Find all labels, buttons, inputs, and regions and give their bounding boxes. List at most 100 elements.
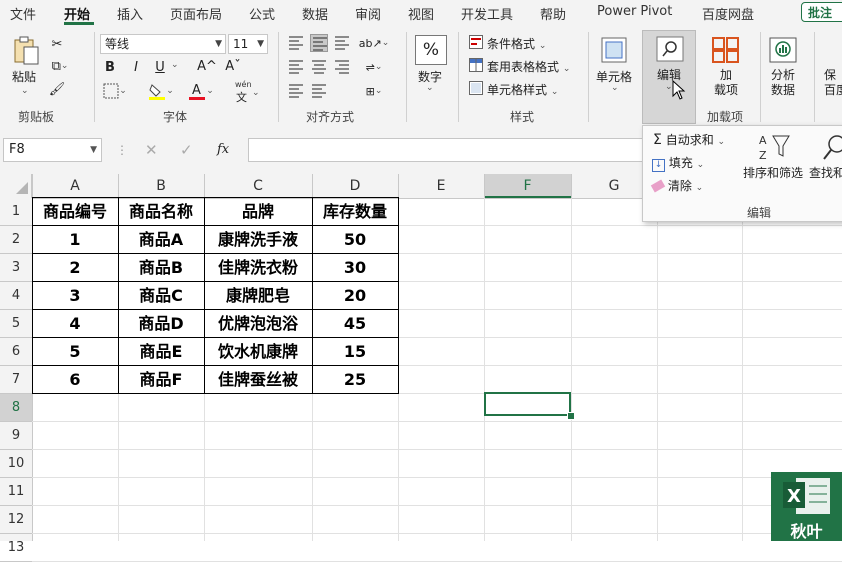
table-cell[interactable]: 饮水机康牌 — [204, 338, 312, 366]
decrease-indent-icon[interactable] — [287, 82, 305, 100]
row-header[interactable]: 3 — [0, 254, 32, 282]
table-cell[interactable]: 商品B — [118, 254, 204, 282]
table-cell[interactable]: 优牌泡泡浴 — [204, 310, 312, 338]
fill-handle[interactable] — [567, 412, 575, 420]
copy-icon[interactable]: ⧉ ⌄ — [48, 57, 72, 75]
table-cell[interactable]: 5 — [32, 338, 118, 366]
table-cell[interactable]: 50 — [312, 226, 398, 254]
align-middle-icon[interactable] — [310, 34, 328, 52]
merge-cells-icon[interactable]: ⊞ ⌄ — [359, 82, 389, 100]
menu-tab[interactable]: 公式 — [249, 4, 275, 23]
column-header-divider[interactable] — [32, 174, 33, 198]
align-right-icon[interactable] — [333, 58, 351, 76]
row-header[interactable]: 13 — [0, 534, 32, 562]
table-cell[interactable]: 2 — [32, 254, 118, 282]
menu-tab[interactable]: Power Pivot — [597, 4, 672, 19]
table-header-cell[interactable]: 商品编号 — [32, 198, 118, 226]
row-header[interactable]: 10 — [0, 450, 32, 478]
table-cell[interactable]: 15 — [312, 338, 398, 366]
border-icon[interactable]: ⌄ — [100, 82, 130, 100]
row-header[interactable]: 1 — [0, 198, 32, 226]
menu-tab[interactable]: 数据 — [302, 4, 328, 23]
menu-tab[interactable]: 视图 — [408, 4, 434, 23]
percent-icon[interactable]: % — [415, 35, 447, 65]
partial-ribbon-button[interactable]: 保 百度 — [824, 68, 842, 98]
underline-chevron[interactable]: ⌄ — [171, 60, 179, 70]
table-cell[interactable]: 商品D — [118, 310, 204, 338]
enter-icon[interactable]: ✓ — [180, 141, 193, 159]
addins-button[interactable]: 加 载项 — [714, 68, 738, 98]
row-header[interactable]: 4 — [0, 282, 32, 310]
table-header-cell[interactable]: 库存数量 — [312, 198, 398, 226]
selected-cell[interactable] — [484, 392, 571, 416]
column-header[interactable]: B — [118, 174, 204, 198]
paste-chevron[interactable]: ⌄ — [21, 86, 29, 96]
column-header[interactable]: D — [312, 174, 398, 198]
menu-tab[interactable]: 开发工具 — [461, 4, 513, 23]
table-cell[interactable]: 3 — [32, 282, 118, 310]
table-cell[interactable]: 1 — [32, 226, 118, 254]
menu-tab[interactable]: 文件 — [10, 4, 36, 23]
table-cell[interactable]: 45 — [312, 310, 398, 338]
table-cell[interactable]: 20 — [312, 282, 398, 310]
underline-button[interactable]: U — [151, 58, 169, 76]
column-header[interactable]: C — [204, 174, 312, 198]
shrink-font-button[interactable]: Aˇ — [222, 57, 244, 75]
table-header-cell[interactable]: 品牌 — [204, 198, 312, 226]
table-cell[interactable]: 康牌洗手液 — [204, 226, 312, 254]
conditional-format-button[interactable]: 条件格式 ⌄ — [487, 35, 546, 52]
table-cell[interactable]: 25 — [312, 366, 398, 394]
menu-tab[interactable]: 百度网盘 — [702, 4, 754, 23]
menu-tab[interactable]: 开始 — [64, 4, 90, 23]
name-box[interactable]: F8 ▼ — [3, 138, 102, 162]
increase-indent-icon[interactable] — [310, 82, 328, 100]
row-header[interactable]: 8 — [0, 394, 32, 422]
bold-button[interactable]: B — [101, 58, 119, 76]
cell-style-button[interactable]: 单元格样式 ⌄ — [487, 81, 558, 98]
table-cell[interactable]: 6 — [32, 366, 118, 394]
paste-button[interactable]: 粘贴 — [12, 68, 36, 85]
cells-chevron[interactable]: ⌄ — [611, 83, 619, 93]
table-cell[interactable]: 商品F — [118, 366, 204, 394]
cut-icon[interactable]: ✂ — [48, 35, 66, 53]
autosum-button[interactable]: Σ 自动求和 ⌄ — [653, 131, 725, 148]
column-header-divider[interactable] — [312, 174, 313, 198]
table-cell[interactable]: 商品C — [118, 282, 204, 310]
select-all-corner[interactable] — [0, 174, 32, 198]
phonetic-icon[interactable]: wén 文 ⌄ — [232, 80, 260, 104]
sort-filter-button[interactable]: 排序和筛选 — [743, 164, 803, 181]
fill-color-icon[interactable]: ⌄ — [146, 82, 176, 100]
find-select-button[interactable]: 查找和 — [809, 164, 842, 181]
align-center-icon[interactable] — [310, 58, 328, 76]
table-cell[interactable]: 佳牌洗衣粉 — [204, 254, 312, 282]
clear-button[interactable]: 清除 ⌄ — [650, 177, 703, 194]
font-color-icon[interactable]: A ⌄ — [186, 82, 216, 100]
table-format-button[interactable]: 套用表格格式 ⌄ — [487, 58, 570, 75]
table-header-cell[interactable]: 商品名称 — [118, 198, 204, 226]
table-cell[interactable]: 商品A — [118, 226, 204, 254]
column-header-divider[interactable] — [571, 174, 572, 198]
column-header[interactable]: E — [398, 174, 484, 198]
menu-tab[interactable]: 插入 — [117, 4, 143, 23]
text-orientation-icon[interactable]: ab↗ ⌄ — [359, 34, 390, 52]
grow-font-button[interactable]: A^ — [196, 57, 218, 75]
comment-button[interactable]: 批注 — [801, 2, 842, 22]
fill-button[interactable]: ↓ 填充 ⌄ — [652, 154, 704, 172]
table-cell[interactable]: 30 — [312, 254, 398, 282]
row-header[interactable]: 12 — [0, 506, 32, 534]
align-bottom-icon[interactable] — [333, 34, 351, 52]
table-cell[interactable]: 商品E — [118, 338, 204, 366]
italic-button[interactable]: I — [127, 58, 145, 76]
table-cell[interactable]: 佳牌蚕丝被 — [204, 366, 312, 394]
align-left-icon[interactable] — [287, 58, 305, 76]
column-header-divider[interactable] — [484, 174, 485, 198]
menu-tab[interactable]: 审阅 — [355, 4, 381, 23]
column-header-divider[interactable] — [204, 174, 205, 198]
analyze-data-button[interactable]: 分析 数据 — [771, 68, 795, 98]
row-header[interactable]: 2 — [0, 226, 32, 254]
font-size-select[interactable]: 11 ▼ — [228, 34, 268, 54]
table-cell[interactable]: 4 — [32, 310, 118, 338]
cancel-icon[interactable]: ✕ — [145, 141, 158, 159]
row-header[interactable]: 7 — [0, 366, 32, 394]
row-header[interactable]: 6 — [0, 338, 32, 366]
